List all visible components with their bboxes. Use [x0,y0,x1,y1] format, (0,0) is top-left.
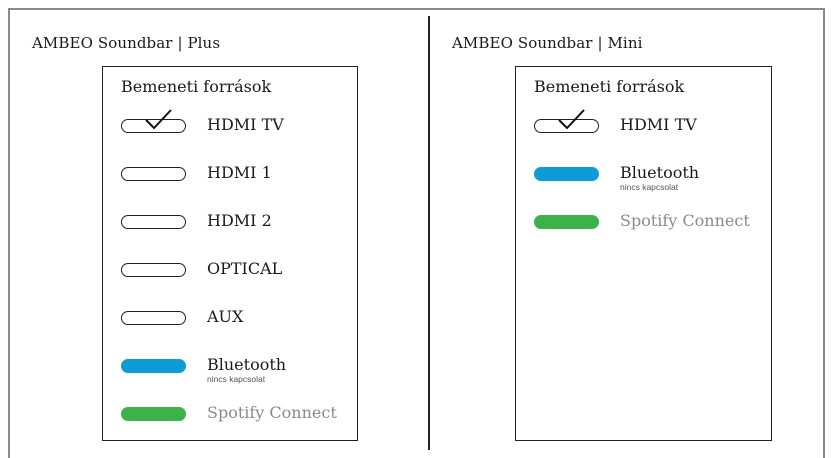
input-sources-heading: Bemeneti források [121,77,272,96]
source-label: HDMI 2 [207,211,272,230]
panel-title-plus: AMBEO Soundbar | Plus [32,34,221,52]
source-label: Spotify Connect [620,211,750,230]
input-sources-screen-plus: Bemeneti források HDMI TV HDMI 1 HDMI 2 … [102,66,358,441]
checkmark-icon [145,109,172,130]
source-toggle[interactable] [534,167,599,181]
source-toggle[interactable] [121,359,186,373]
source-toggle[interactable] [121,215,186,229]
source-status: nincs kapcsolat [207,374,266,384]
panel-title-mini: AMBEO Soundbar | Mini [452,34,643,52]
source-label: AUX [207,307,244,326]
source-toggle[interactable] [121,407,186,421]
source-toggle[interactable] [121,263,186,277]
input-sources-heading: Bemeneti források [534,77,685,96]
source-label: Bluetooth [620,163,700,182]
source-label: HDMI TV [620,115,697,134]
input-sources-screen-mini: Bemeneti források HDMI TV Bluetooth ninc… [515,66,772,441]
source-label: HDMI 1 [207,163,272,182]
source-label: Bluetooth [207,355,287,374]
source-toggle[interactable] [121,311,186,325]
source-label: HDMI TV [207,115,284,134]
source-label: OPTICAL [207,259,283,278]
source-toggle[interactable] [121,167,186,181]
checkmark-icon [558,109,585,130]
panel-divider [428,16,430,450]
source-status: nincs kapcsolat [620,182,679,192]
source-label: Spotify Connect [207,403,337,422]
source-toggle[interactable] [534,215,599,229]
